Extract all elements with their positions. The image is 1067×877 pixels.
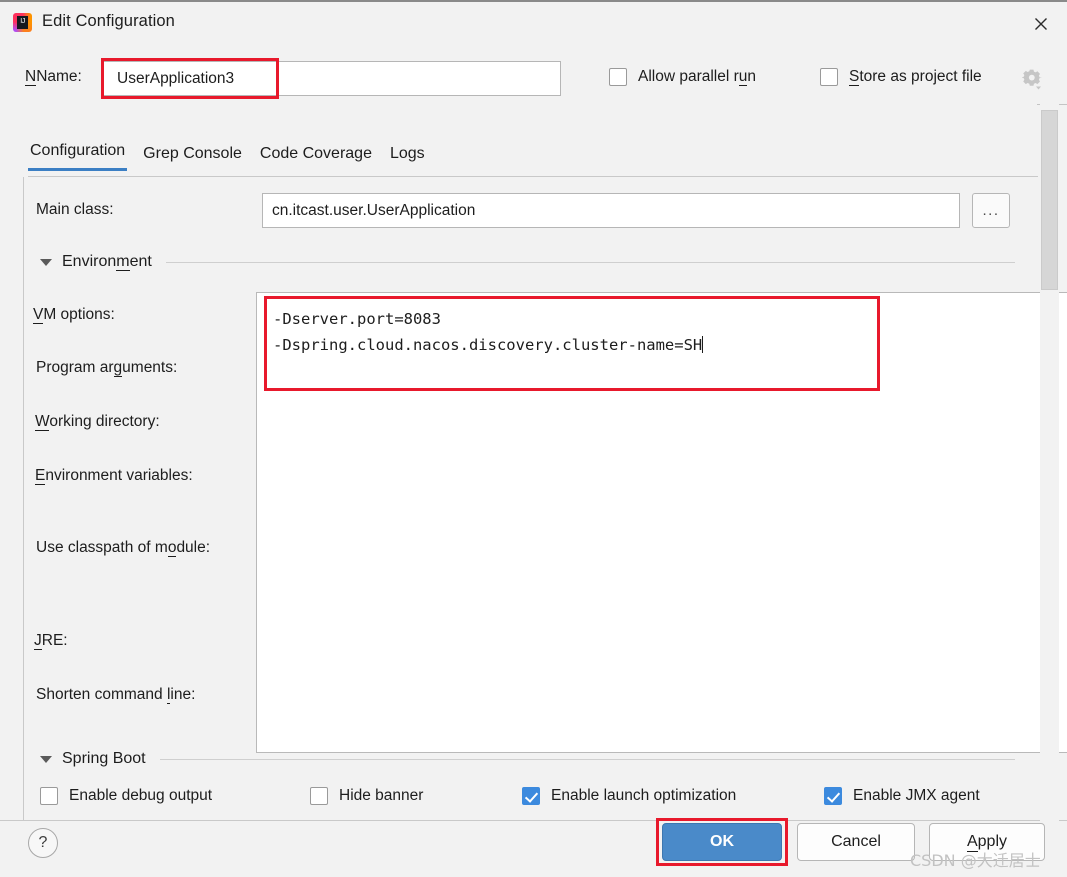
vm-options-line-2: -Dspring.cloud.nacos.discovery.cluster-n… [273,336,702,354]
section-environment-rule [166,262,1015,263]
allow-parallel-run-checkbox-box[interactable] [609,68,627,86]
close-icon[interactable] [1015,4,1067,44]
allow-parallel-run-label-after: n [747,68,756,85]
envvars-label-mnemonic: E [35,467,45,485]
enable-debug-output-checkbox[interactable]: Enable debug output [40,787,212,805]
text-caret [702,336,703,353]
vertical-scrollbar-thumb[interactable] [1041,110,1058,290]
tab-grep-console[interactable]: Grep Console [141,145,244,171]
workdir-label-after: orking directory: [49,413,159,430]
vm-options-expanded-editor[interactable]: -Dserver.port=8083 -Dspring.cloud.nacos.d… [256,292,1067,753]
classpath-label-before: Use classpath of m [36,539,168,556]
shorten-command-line-label: Shorten command line: [36,686,195,704]
shorten-label-before: Shorten command [36,686,167,703]
prog-args-label-mnemonic: g [114,359,123,377]
main-class-value: cn.itcast.user.UserApplication [272,202,475,220]
classpath-label-after: dule: [176,539,210,556]
env-title-mnemonic: m [116,253,129,271]
name-input-value: UserApplication3 [117,70,234,88]
name-input[interactable]: UserApplication3 [102,61,561,96]
store-as-project-file-checkbox[interactable]: Store as project file [820,68,982,86]
ok-button[interactable]: OK [662,823,782,861]
enable-jmx-agent-label: Enable JMX agent [853,787,980,805]
gear-dropdown-icon[interactable] [1022,69,1044,91]
main-class-browse-button[interactable]: ... [972,193,1010,228]
section-environment[interactable]: Environment [40,253,1015,271]
intellij-idea-icon: IJ [13,13,32,32]
envvars-label-after: nvironment variables: [45,467,192,484]
hide-banner-label: Hide banner [339,787,423,805]
allow-parallel-run-checkbox[interactable]: Allow parallel run [609,68,756,86]
section-spring-boot-title: Spring Boot [62,750,146,768]
vm-options-text: -Dserver.port=8083 -Dspring.cloud.nacos.d… [273,306,703,358]
store-as-project-file-checkbox-box[interactable] [820,68,838,86]
cancel-button[interactable]: Cancel [797,823,915,861]
vm-options-label-after: M options: [43,306,115,323]
main-class-input[interactable]: cn.itcast.user.UserApplication [262,193,960,228]
env-title-before: Environ [62,253,116,270]
edit-configuration-dialog: IJ Edit Configuration NName: UserApplica… [0,0,1067,877]
hide-banner-checkbox[interactable]: Hide banner [310,787,423,805]
store-label-after: tore as project file [859,68,981,85]
hide-banner-checkbox-box[interactable] [310,787,328,805]
store-as-project-file-label: Store as project file [849,68,982,86]
jre-label: JRE: [34,632,68,650]
store-label-mnemonic: S [849,68,859,86]
section-environment-title: Environment [62,253,152,271]
environment-variables-label: Environment variables: [35,467,193,485]
vm-options-label-mnemonic: V [33,306,43,324]
main-class-label: Main class: [36,201,114,219]
enable-debug-output-label: Enable debug output [69,787,212,805]
tab-code-coverage[interactable]: Code Coverage [258,145,374,171]
vm-options-label: VM options: [33,306,115,324]
name-label: NName: [25,68,82,86]
section-spring-boot-rule [160,759,1015,760]
use-classpath-of-module-label: Use classpath of module: [36,539,210,557]
prog-args-label-before: Program ar [36,359,114,376]
enable-launch-optimization-checkbox[interactable]: Enable launch optimization [522,787,736,805]
allow-parallel-run-label: Allow parallel run [638,68,756,86]
window-title: Edit Configuration [42,12,175,31]
chevron-down-icon [40,259,52,266]
enable-jmx-agent-checkbox-box[interactable] [824,787,842,805]
program-arguments-label: Program arguments: [36,359,177,377]
name-label-text: Name: [36,68,82,85]
vm-options-line-1: -Dserver.port=8083 [273,310,441,328]
title-bar: IJ Edit Configuration [0,0,1067,42]
enable-launch-optimization-label: Enable launch optimization [551,787,736,805]
tab-logs[interactable]: Logs [388,145,427,171]
workdir-label-mnemonic: W [35,413,49,431]
jre-label-after: RE: [42,632,68,649]
enable-jmx-agent-checkbox[interactable]: Enable JMX agent [824,787,980,805]
name-label-mnemonic: N [25,68,36,86]
csdn-watermark: CSDN @大迁居士 [910,847,1041,871]
working-directory-label: Working directory: [35,413,160,431]
env-title-after: ent [130,253,152,270]
chevron-down-icon [40,756,52,763]
tab-bar: Configuration Grep Console Code Coverage… [28,142,427,171]
help-icon[interactable]: ? [28,828,58,858]
prog-args-label-after: uments: [122,359,177,376]
enable-launch-optimization-checkbox-box[interactable] [522,787,540,805]
allow-parallel-run-label-before: Allow parallel r [638,68,739,85]
jre-label-mnemonic: J [34,632,42,650]
enable-debug-output-checkbox-box[interactable] [40,787,58,805]
tab-configuration[interactable]: Configuration [28,142,127,171]
shorten-label-after: ine: [170,686,195,703]
